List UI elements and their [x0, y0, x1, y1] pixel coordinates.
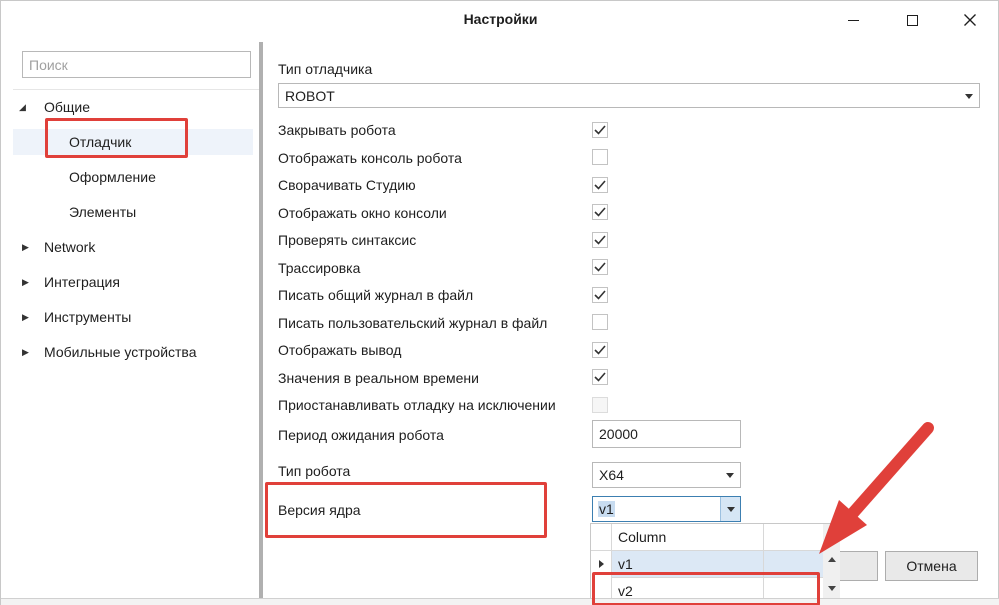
check-syntax-label: Проверять синтаксис: [278, 232, 417, 248]
write-user-log-label: Писать пользовательский журнал в файл: [278, 315, 548, 331]
close-robot-label: Закрывать робота: [278, 122, 396, 138]
debugger-type-select[interactable]: ROBOT: [278, 83, 980, 108]
current-row-pointer-icon: [599, 560, 604, 568]
nav-item-label: Мобильные устройства: [44, 344, 197, 360]
collapse-arrow-icon[interactable]: ◢: [19, 102, 26, 113]
ok-button[interactable]: [840, 551, 878, 581]
cancel-button[interactable]: Отмена: [885, 551, 978, 581]
realtime-values-label: Значения в реальном времени: [278, 370, 479, 386]
write-user-log-checkbox[interactable]: [592, 314, 608, 330]
minimize-button[interactable]: [830, 1, 876, 39]
minimize-studio-label: Сворачивать Студию: [278, 177, 416, 193]
robot-type-label: Тип робота: [278, 463, 351, 479]
dropdown-scrollbar[interactable]: [823, 524, 840, 605]
search-input[interactable]: [22, 51, 251, 78]
checkmark-icon: [594, 372, 606, 382]
expand-arrow-icon[interactable]: ▶: [22, 347, 29, 358]
tracing-checkbox[interactable]: [592, 259, 608, 275]
expand-arrow-icon[interactable]: ▶: [22, 277, 29, 288]
option-label: v1: [618, 556, 633, 572]
check-syntax-checkbox[interactable]: [592, 232, 608, 248]
show-robot-console-checkbox[interactable]: [592, 149, 608, 165]
chevron-down-icon: [727, 507, 735, 512]
nav-item-tools[interactable]: ▶ Инструменты: [13, 304, 253, 330]
checkmark-icon: [594, 262, 606, 272]
close-icon: [964, 14, 976, 26]
minimize-icon: [847, 19, 859, 21]
core-version-select[interactable]: v1: [592, 496, 741, 522]
checkmark-icon: [594, 207, 606, 217]
robot-wait-label: Период ожидания робота: [278, 427, 444, 443]
highlight-option-v2: [592, 572, 820, 605]
core-version-dropdown-button[interactable]: [720, 497, 740, 521]
checkmark-icon: [594, 125, 606, 135]
maximize-icon: [906, 14, 918, 26]
nav-divider: [13, 89, 259, 90]
scroll-up-icon[interactable]: [828, 557, 836, 562]
checkmark-icon: [594, 235, 606, 245]
nav-item-mobile-devices[interactable]: ▶ Мобильные устройства: [13, 339, 253, 365]
column-header: Column: [618, 529, 667, 545]
robot-wait-input[interactable]: 20000: [592, 420, 741, 448]
write-general-log-checkbox[interactable]: [592, 287, 608, 303]
grid-header-row: Column: [591, 524, 823, 551]
nav-item-label: Интеграция: [44, 274, 120, 290]
pause-on-exception-label: Приостанавливать отладку на исключении: [278, 397, 556, 413]
settings-window: Настройки ◢ Общие Отладчик Оформление: [0, 0, 999, 605]
debugger-type-label: Тип отладчика: [278, 61, 373, 77]
nav-item-label: Элементы: [69, 204, 137, 220]
show-console-window-label: Отображать окно консоли: [278, 205, 447, 221]
highlight-debugger-nav: [45, 118, 188, 158]
row-header-cell: [591, 524, 612, 551]
checkmark-icon: [594, 345, 606, 355]
title-bar: Настройки: [1, 1, 999, 39]
show-output-label: Отображать вывод: [278, 342, 402, 358]
checkmark-icon: [594, 290, 606, 300]
show-output-checkbox[interactable]: [592, 342, 608, 358]
chevron-down-icon: [726, 473, 734, 478]
pause-on-exception-checkbox: [592, 397, 608, 413]
nav-item-integration[interactable]: ▶ Интеграция: [13, 269, 253, 295]
status-strip: [1, 598, 999, 605]
expand-arrow-icon[interactable]: ▶: [22, 312, 29, 323]
highlight-core-version: [265, 482, 547, 538]
nav-item-general[interactable]: ◢ Общие: [13, 94, 253, 120]
tracing-label: Трассировка: [278, 260, 361, 276]
realtime-values-checkbox[interactable]: [592, 369, 608, 385]
nav-item-label: Общие: [44, 99, 91, 115]
show-robot-console-label: Отображать консоль робота: [278, 150, 462, 166]
checkmark-icon: [594, 180, 606, 190]
scroll-down-icon[interactable]: [828, 586, 836, 591]
robot-type-value: X64: [599, 467, 624, 483]
write-general-log-label: Писать общий журнал в файл: [278, 287, 474, 303]
core-version-value: v1: [598, 501, 615, 517]
debugger-type-value: ROBOT: [285, 88, 335, 104]
robot-type-select[interactable]: X64: [592, 462, 741, 488]
nav-item-elements[interactable]: Элементы: [13, 199, 253, 225]
nav-item-network[interactable]: ▶ Network: [13, 234, 253, 260]
minimize-studio-checkbox[interactable]: [592, 177, 608, 193]
expand-arrow-icon[interactable]: ▶: [22, 242, 29, 253]
close-button[interactable]: [947, 1, 993, 39]
nav-item-label: Оформление: [69, 169, 156, 185]
nav-item-label: Network: [44, 239, 96, 255]
maximize-button[interactable]: [889, 1, 935, 39]
robot-type-dropdown-button[interactable]: [720, 463, 740, 487]
nav-item-label: Инструменты: [44, 309, 132, 325]
nav-item-appearance[interactable]: Оформление: [13, 164, 253, 190]
show-console-window-checkbox[interactable]: [592, 204, 608, 220]
chevron-down-icon: [965, 94, 973, 99]
close-robot-checkbox[interactable]: [592, 122, 608, 138]
